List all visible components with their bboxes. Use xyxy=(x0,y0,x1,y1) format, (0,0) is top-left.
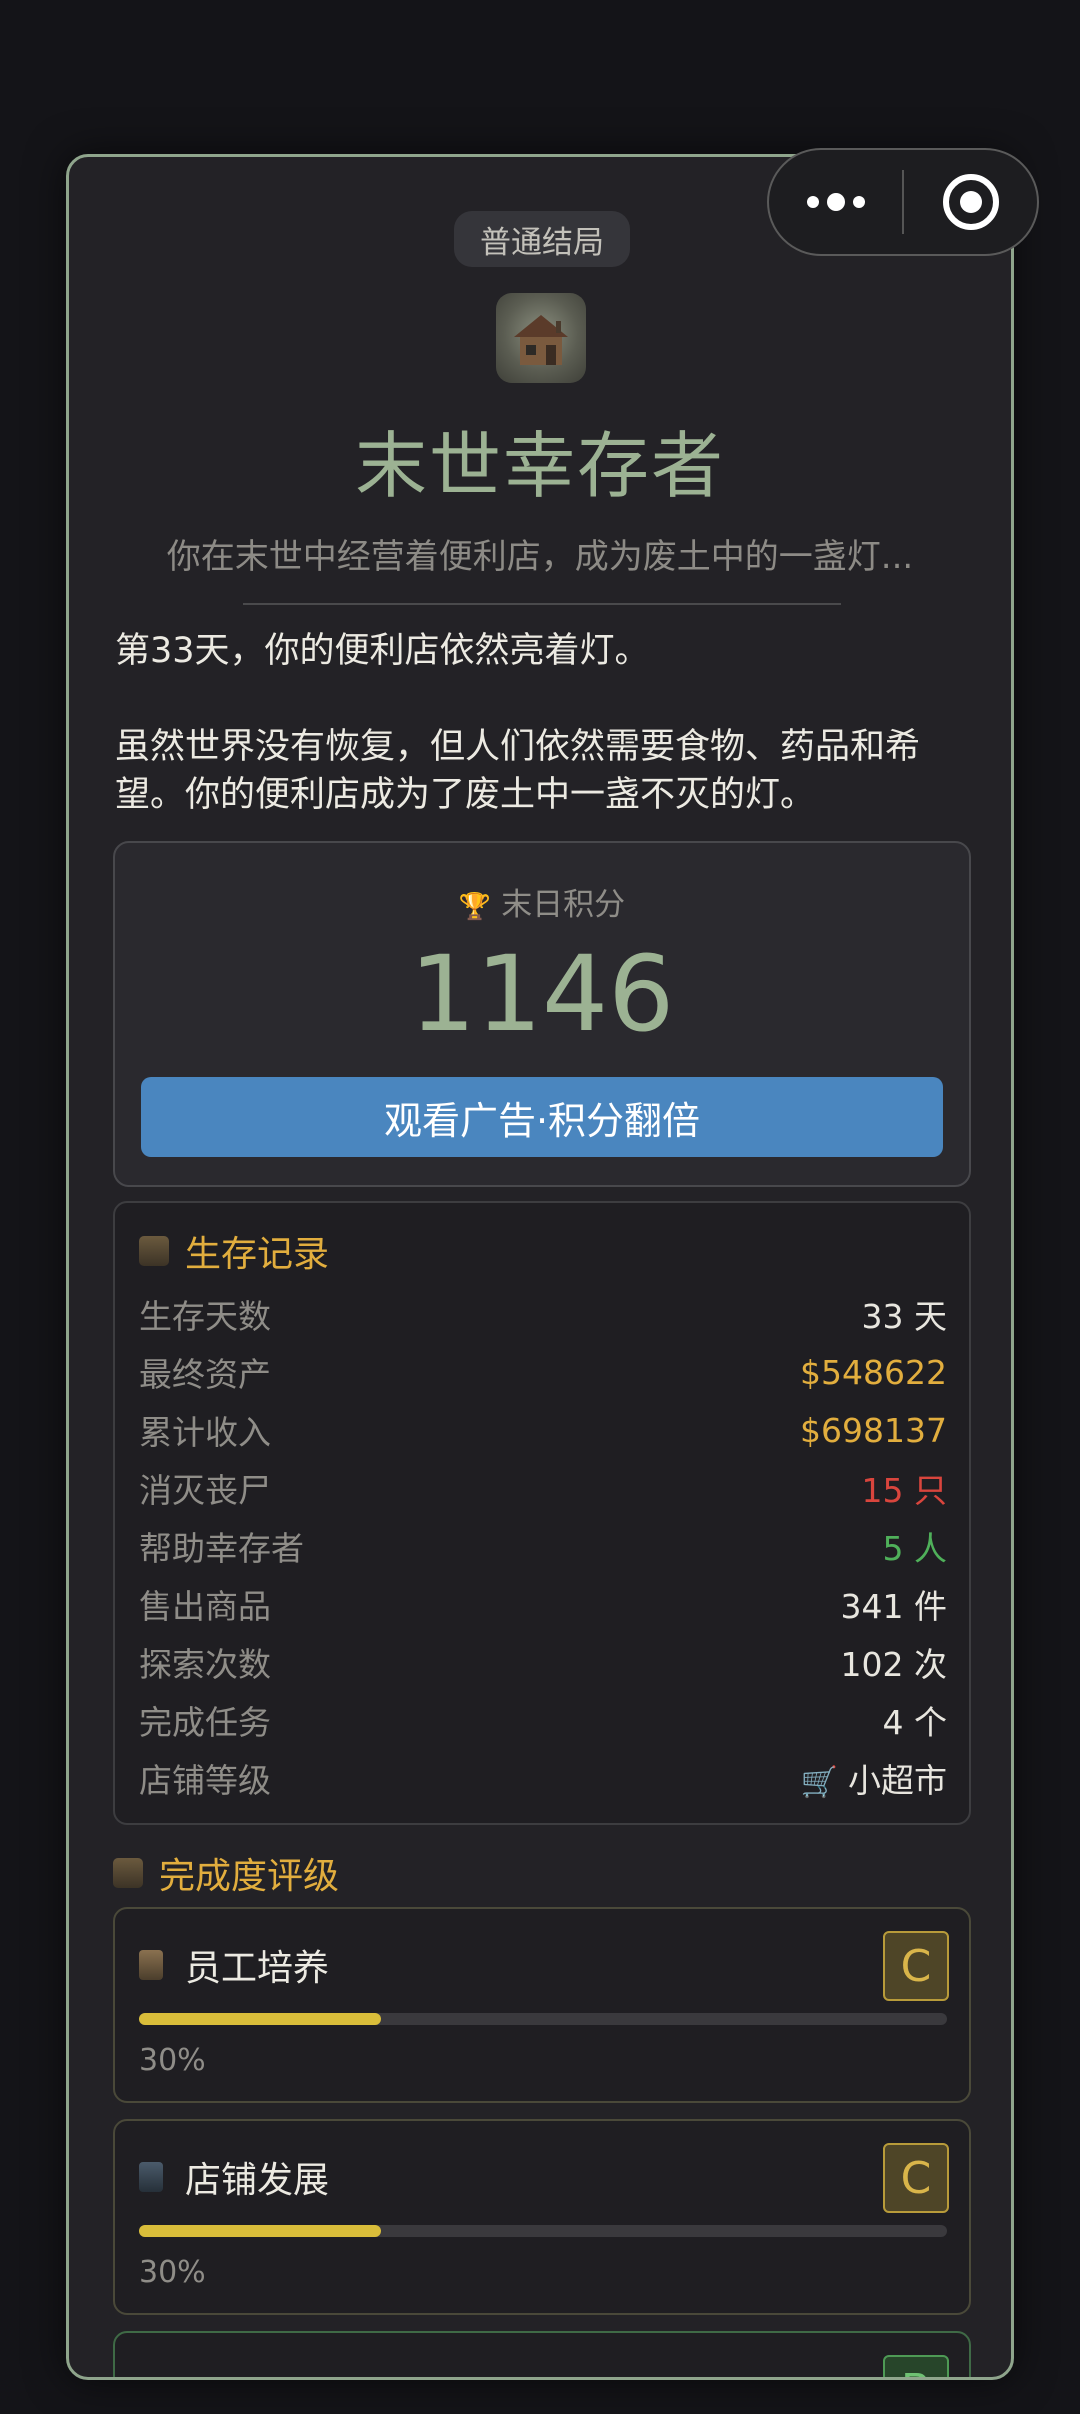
record-value: $548622 xyxy=(800,1352,947,1392)
staff-icon xyxy=(139,1950,163,1980)
record-key: 消灭丧尸 xyxy=(139,1471,271,1510)
mini-program-capsule xyxy=(767,148,1039,256)
divider xyxy=(243,603,841,605)
record-value: 4 个 xyxy=(882,1703,948,1742)
story-paragraph-2: 虽然世界没有恢复，但人们依然需要食物、药品和希望。你的便利店成为了废土中一盏不灭… xyxy=(115,727,921,815)
ending-subtitle: 你在末世中经营着便利店，成为废土中的一盏灯... xyxy=(166,537,914,577)
rating-name-row: 店铺发展 xyxy=(139,2151,329,2203)
record-key: 帮助幸存者 xyxy=(139,1529,304,1568)
rating-name-row: 员工培养 xyxy=(139,1939,329,1991)
record-key: 店铺等级 xyxy=(139,1761,271,1800)
watch-ad-double-button[interactable]: 观看广告·积分翻倍 xyxy=(141,1077,943,1157)
rating-name: 员工培养 xyxy=(185,1948,330,1989)
record-key: 完成任务 xyxy=(139,1703,271,1742)
target-circle-icon xyxy=(942,174,999,230)
more-menu-button[interactable] xyxy=(769,150,902,254)
progress-percent: 30% xyxy=(139,2255,206,2290)
rating-card-shop: 店铺发展 C 30% xyxy=(113,2119,971,2315)
record-row-income: 累计收入 $698137 xyxy=(139,1401,947,1459)
record-row-items-sold: 售出商品 341 件 xyxy=(139,1575,947,1633)
record-value: 15 只 xyxy=(861,1471,947,1510)
record-value: 33 天 xyxy=(861,1297,947,1336)
rating-title: 完成度评级 xyxy=(159,1856,340,1897)
progress-track xyxy=(139,2225,947,2237)
record-value-wrap: 🛒 小超市 xyxy=(801,1754,947,1802)
ending-card: 普通结局 末世幸存者 你在末世中经营着便利店，成为废土中的一盏灯... 第33天… xyxy=(66,154,1014,2380)
record-value: 小超市 xyxy=(848,1761,947,1800)
progress-track xyxy=(139,2013,947,2025)
progress-fill xyxy=(139,2225,382,2237)
survival-record-title: 生存记录 xyxy=(185,1234,330,1275)
rating-header: 完成度评级 xyxy=(113,1847,339,1899)
shop-icon xyxy=(139,2162,163,2192)
record-row-explorations: 探索次数 102 次 xyxy=(139,1633,947,1691)
record-icon xyxy=(139,1236,169,1266)
record-row-days: 生存天数 33 天 xyxy=(139,1285,947,1343)
grade-badge: C xyxy=(883,1931,949,2001)
rating-name: 店铺发展 xyxy=(185,2160,330,2201)
score-panel: 🏆 末日积分 1146 观看广告·积分翻倍 xyxy=(113,841,971,1187)
rating-name-row: 设施建设 xyxy=(139,2369,329,2377)
record-key: 探索次数 xyxy=(139,1645,271,1684)
record-key: 生存天数 xyxy=(139,1297,271,1336)
cart-icon: 🛒 xyxy=(800,1765,838,1800)
more-dots-icon xyxy=(806,193,865,211)
record-row-tasks: 完成任务 4 个 xyxy=(139,1691,947,1749)
record-key: 最终资产 xyxy=(139,1355,271,1394)
grade-badge: B xyxy=(883,2355,949,2377)
score-label: 末日积分 xyxy=(501,887,626,923)
survival-record-panel: 生存记录 生存天数 33 天 最终资产 $548622 累计收入 $698137… xyxy=(113,1201,971,1825)
rating-card-staff: 员工培养 C 30% xyxy=(113,1907,971,2103)
progress-fill xyxy=(139,2013,382,2025)
close-miniprogram-button[interactable] xyxy=(904,150,1037,254)
rating-icon xyxy=(113,1858,143,1888)
record-key: 售出商品 xyxy=(139,1587,271,1626)
score-label-row: 🏆 末日积分 xyxy=(115,879,969,924)
ending-title: 末世幸存者 xyxy=(354,424,725,508)
record-value: 5 人 xyxy=(882,1529,948,1568)
progress-percent: 30% xyxy=(139,2043,206,2078)
score-value: 1146 xyxy=(409,933,675,1055)
record-value: 102 次 xyxy=(840,1645,947,1684)
record-value: 341 件 xyxy=(840,1587,947,1626)
record-value: $698137 xyxy=(800,1410,947,1450)
record-row-shop-level: 店铺等级 🛒 小超市 xyxy=(139,1749,947,1807)
rating-card-facility: 设施建设 B xyxy=(113,2331,971,2377)
rating-name: 设施建设 xyxy=(185,2369,329,2377)
record-row-zombies: 消灭丧尸 15 只 xyxy=(139,1459,947,1517)
grade-badge: C xyxy=(883,2143,949,2213)
survival-record-header: 生存记录 xyxy=(139,1225,329,1277)
record-key: 累计收入 xyxy=(139,1413,271,1452)
ending-type-badge: 普通结局 xyxy=(454,211,630,267)
story-paragraph-1: 第33天，你的便利店依然亮着灯。 xyxy=(115,631,650,671)
trophy-icon: 🏆 xyxy=(458,892,492,922)
record-row-assets: 最终资产 $548622 xyxy=(139,1343,947,1401)
record-row-survivors: 帮助幸存者 5 人 xyxy=(139,1517,947,1575)
story-text: 第33天，你的便利店依然亮着灯。 虽然世界没有恢复，但人们依然需要食物、药品和希… xyxy=(115,627,975,819)
convenience-store-icon xyxy=(496,293,586,383)
